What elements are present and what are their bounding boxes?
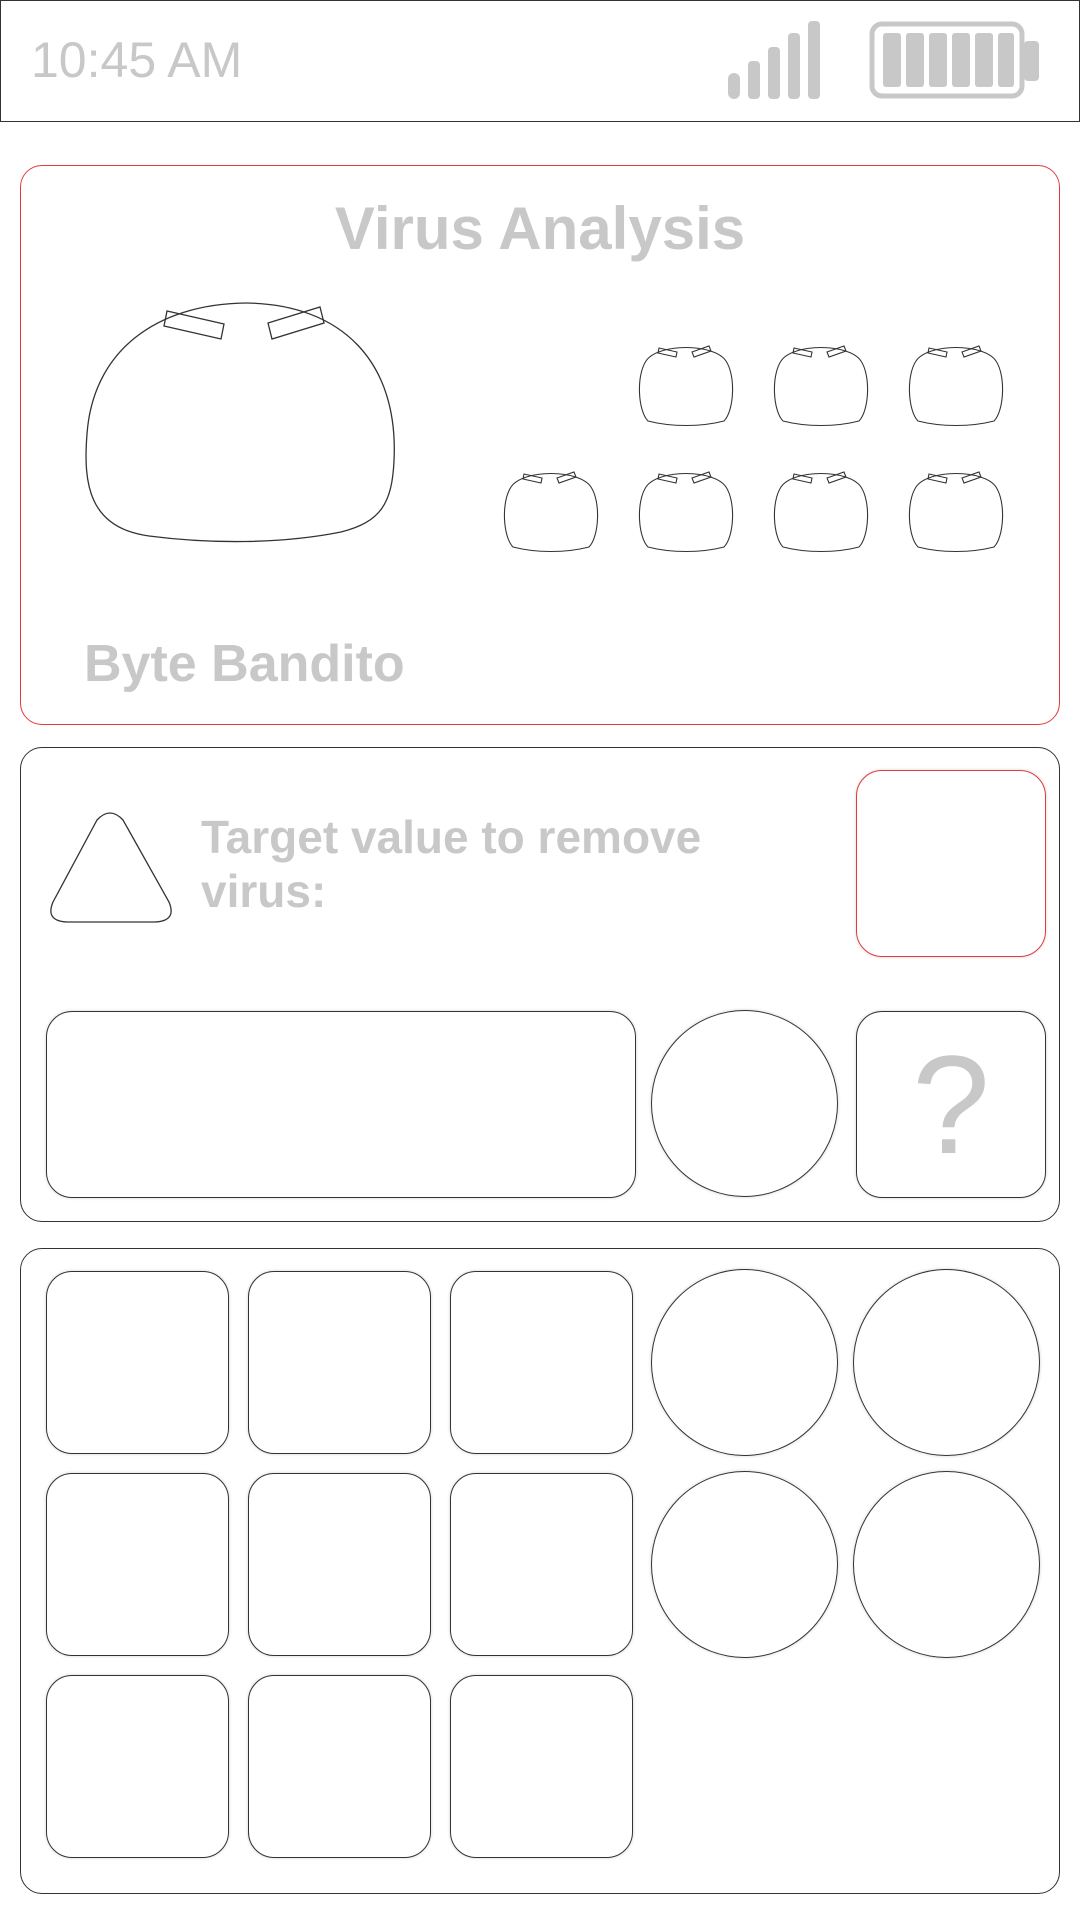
battery-full-icon xyxy=(869,21,1039,99)
mini-virus-icon xyxy=(773,471,869,552)
status-time: 10:45 AM xyxy=(31,32,243,88)
target-panel: Target value to remove virus: ? xyxy=(20,747,1060,1222)
mini-virus-icon xyxy=(638,345,734,426)
target-label: Target value to remove virus: xyxy=(201,811,702,917)
operator-slot[interactable] xyxy=(651,1010,838,1197)
keypad-square-key[interactable] xyxy=(248,1675,431,1858)
keypad-square-key[interactable] xyxy=(46,1675,229,1858)
mini-virus-icon xyxy=(908,471,1004,552)
keypad-square-key[interactable] xyxy=(450,1271,633,1454)
keypad-square-key[interactable] xyxy=(248,1271,431,1454)
answer-input-slot[interactable] xyxy=(46,1011,636,1198)
mini-virus-icon xyxy=(773,345,869,426)
signal-bars-icon xyxy=(728,21,820,99)
keypad-round-key[interactable] xyxy=(651,1471,838,1658)
keypad-round-key[interactable] xyxy=(853,1471,1040,1658)
help-label: ? xyxy=(912,1025,990,1183)
keypad-round-key[interactable] xyxy=(853,1269,1040,1456)
virus-analysis-panel: Virus Analysis Byte Bandito xyxy=(20,165,1060,725)
help-button[interactable]: ? xyxy=(856,1011,1046,1198)
keypad-round-key[interactable] xyxy=(651,1269,838,1456)
keypad-panel xyxy=(20,1248,1060,1894)
target-value-slot[interactable] xyxy=(856,770,1046,957)
keypad-square-key[interactable] xyxy=(450,1473,633,1656)
mini-virus-icon xyxy=(908,345,1004,426)
keypad-square-key[interactable] xyxy=(248,1473,431,1656)
keypad-square-key[interactable] xyxy=(46,1473,229,1656)
status-bar: 10:45 AM xyxy=(0,0,1080,122)
mini-virus-icon xyxy=(638,471,734,552)
virus-name: Byte Bandito xyxy=(84,635,405,693)
mini-virus-icon xyxy=(503,471,599,552)
warning-triangle-icon xyxy=(50,812,172,923)
keypad-square-key[interactable] xyxy=(450,1675,633,1858)
keypad-square-key[interactable] xyxy=(46,1271,229,1454)
